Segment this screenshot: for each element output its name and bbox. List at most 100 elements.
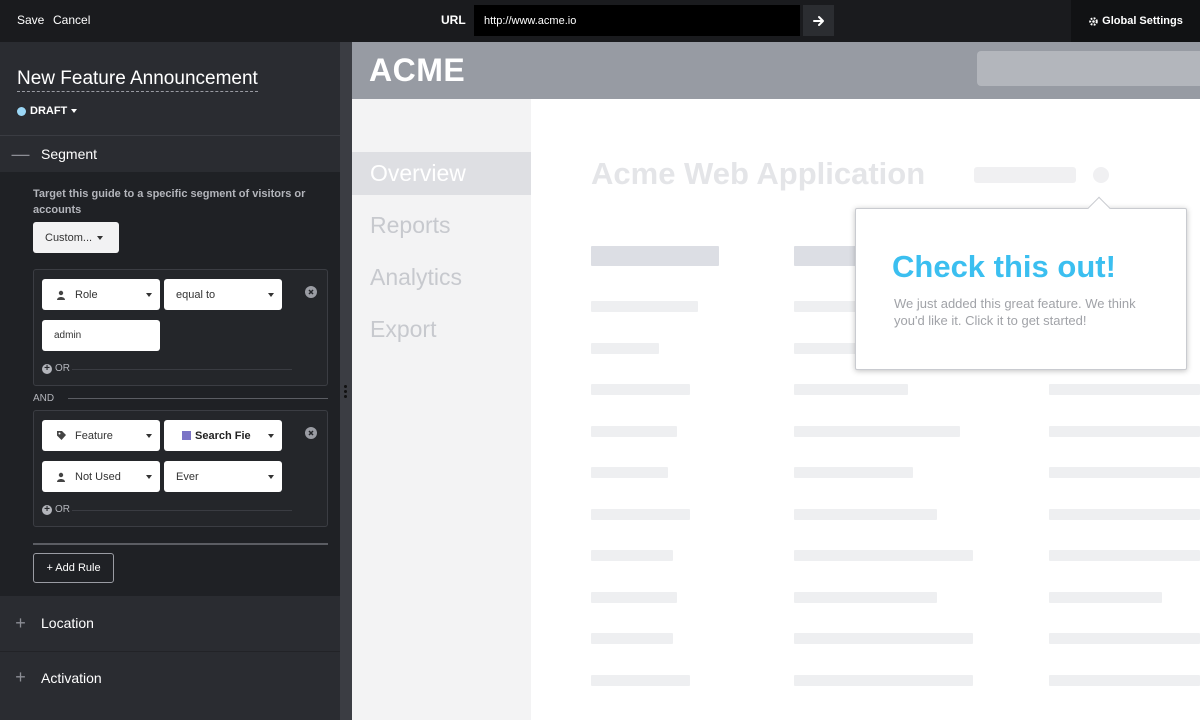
placeholder-cell [794,343,864,354]
placeholder-cell [591,675,690,686]
placeholder-cell [794,675,973,686]
global-settings-button[interactable]: Global Settings [1071,0,1200,42]
rule2-or-button[interactable]: + OR [42,504,70,515]
expand-icon: + [15,612,26,633]
add-rule-button[interactable]: + Add Rule [33,553,114,583]
placeholder-cell [591,426,677,437]
plus-circle-icon: + [42,504,52,515]
placeholder-cell [794,301,864,312]
rule2-usage-label: Not Used [75,470,121,483]
placeholder-cell [794,633,973,644]
placeholder-header [591,246,719,266]
person-icon [55,472,67,482]
rule2-timeframe-select[interactable]: Ever [164,461,282,492]
placeholder-cell [1049,467,1200,478]
guide-sidebar: New Feature Announcement DRAFT — Segment… [0,42,340,720]
top-bar: Save Cancel URL Global Settings [0,0,1200,42]
placeholder-cell [591,343,659,354]
status-label: DRAFT [30,105,68,117]
placeholder-cell [794,467,913,478]
rule1-field-select[interactable]: Role [42,279,160,310]
placeholder-cell [794,384,908,395]
app-header: ACME [352,42,1200,99]
or-divider [72,510,292,511]
placeholder-cell [1049,509,1200,520]
expand-icon: + [15,667,26,687]
save-button[interactable]: Save [17,13,44,27]
placeholder-cell [794,550,973,561]
app-nav: Overview Reports Analytics Export [352,99,531,720]
arrow-right-icon [812,15,824,26]
status-dot [17,106,26,116]
rule2-field-select[interactable]: Feature [42,420,160,451]
rule1-operator-select[interactable]: equal to [164,279,282,310]
segment-section-header[interactable]: — Segment [0,135,340,172]
plus-circle-icon: + [42,363,52,374]
rule1-operator-label: equal to [176,288,216,301]
tooltip-pointer [1087,196,1111,220]
placeholder-cell [1049,675,1200,686]
rules-divider [33,543,328,545]
segment-header-label: Segment [41,146,98,162]
activation-section-header[interactable]: + Activation [0,651,340,703]
rule2-timeframe-label: Ever [176,470,199,483]
custom-segment-dropdown[interactable]: Custom... [33,222,119,253]
panel-resize-handle[interactable] [340,42,352,720]
rule-group-1: Role equal to admin + OR [33,269,328,386]
go-button[interactable] [803,5,834,36]
nav-item-reports[interactable]: Reports [352,204,531,247]
placeholder-cell [1049,550,1200,561]
segment-body: Target this guide to a specific segment … [0,172,340,596]
nav-item-overview[interactable]: Overview [352,152,531,195]
location-section-header[interactable]: + Location [0,597,340,649]
rule2-usage-select[interactable]: Not Used [42,461,160,492]
rule1-value-text: admin [54,330,82,341]
rule2-or-label: OR [55,504,70,515]
nav-item-analytics[interactable]: Analytics [352,256,531,299]
chevron-down-icon [146,433,152,438]
tooltip-body: We just added this great feature. We thi… [894,296,1136,328]
placeholder-cell [591,384,690,395]
rule-group-2: Feature Search Fie Not Used Ever + OR [33,410,328,527]
chevron-down-icon [268,474,274,479]
placeholder-cell [591,467,668,478]
url-label: URL [441,13,466,27]
custom-segment-label: Custom... [45,231,93,244]
placeholder-cell [591,550,673,561]
global-settings-label: Global Settings [1102,15,1183,27]
rule2-feature-select[interactable]: Search Fie [164,420,282,451]
collapse-icon: — [11,143,30,164]
tag-icon [55,430,67,441]
feature-color-swatch [182,431,191,440]
remove-rule-icon[interactable] [305,427,317,439]
target-element[interactable] [1093,167,1109,183]
rule2-field-label: Feature [75,429,113,442]
rule1-field-label: Role [75,288,98,301]
placeholder-cell [1049,633,1200,644]
chevron-down-icon [146,292,152,297]
guide-tooltip[interactable]: Check this out! We just added this great… [855,196,1187,370]
nav-item-export[interactable]: Export [352,308,531,351]
rule1-or-button[interactable]: + OR [42,363,70,374]
chevron-down-icon [97,235,104,240]
rule2-feature-label: Search Fie [195,429,251,442]
gear-icon [1089,16,1098,26]
placeholder-cell [794,426,960,437]
placeholder-cell [591,301,698,312]
url-input[interactable] [474,5,800,36]
cancel-button[interactable]: Cancel [53,13,90,27]
remove-rule-icon[interactable] [305,286,317,298]
rule1-or-label: OR [55,363,70,374]
placeholder-cell [591,509,690,520]
and-label: AND [33,393,55,404]
title-placeholder [974,167,1076,183]
activation-header-label: Activation [41,669,102,686]
status-dropdown[interactable]: DRAFT [17,105,78,117]
segment-description: Target this guide to a specific segment … [33,188,306,216]
guide-title[interactable]: New Feature Announcement [17,68,258,92]
placeholder-cell [794,509,937,520]
app-preview: ACME Overview Reports Analytics Export A… [352,42,1200,720]
rule1-value-input[interactable]: admin [42,320,160,351]
app-search-bar[interactable] [977,51,1200,86]
or-divider [72,369,292,370]
